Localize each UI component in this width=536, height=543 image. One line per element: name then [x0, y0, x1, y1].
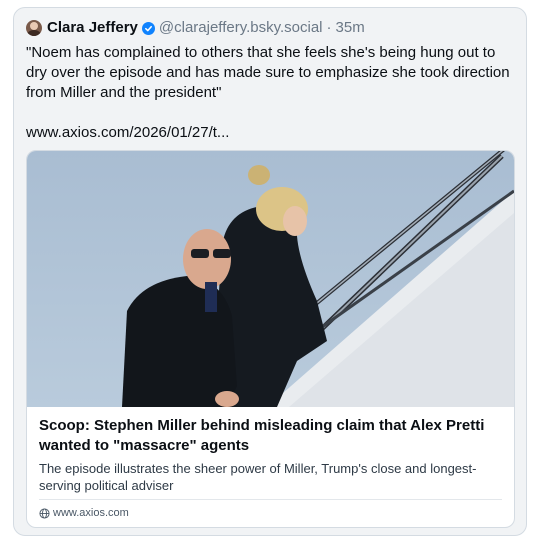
link-card-title[interactable]: Scoop: Stephen Miller behind misleading … [39, 416, 504, 456]
author-display-name[interactable]: Clara Jeffery [47, 19, 138, 37]
link-card-domain-row: www.axios.com [39, 506, 129, 520]
separator-dot: · [326, 19, 332, 36]
card-divider [39, 499, 502, 500]
link-preview-image [27, 151, 514, 407]
link-card-description: The episode illustrates the sheer power … [39, 461, 477, 493]
link-card-domain: www.axios.com [53, 507, 129, 519]
author-handle[interactable]: @clarajeffery.bsky.social [159, 19, 323, 37]
post-text: "Noem has complained to others that she … [26, 44, 510, 101]
avatar[interactable] [26, 20, 42, 36]
verified-badge-icon [141, 21, 155, 35]
link-preview-card[interactable]: Scoop: Stephen Miller behind misleading … [26, 150, 515, 528]
post-card[interactable]: Clara Jeffery @clarajeffery.bsky.social … [13, 7, 527, 536]
post-link[interactable]: www.axios.com/2026/01/27/t... [26, 123, 229, 143]
post-timestamp[interactable]: 35m [336, 19, 365, 37]
post-header: Clara Jeffery @clarajeffery.bsky.social … [26, 19, 365, 37]
globe-icon [39, 507, 50, 519]
